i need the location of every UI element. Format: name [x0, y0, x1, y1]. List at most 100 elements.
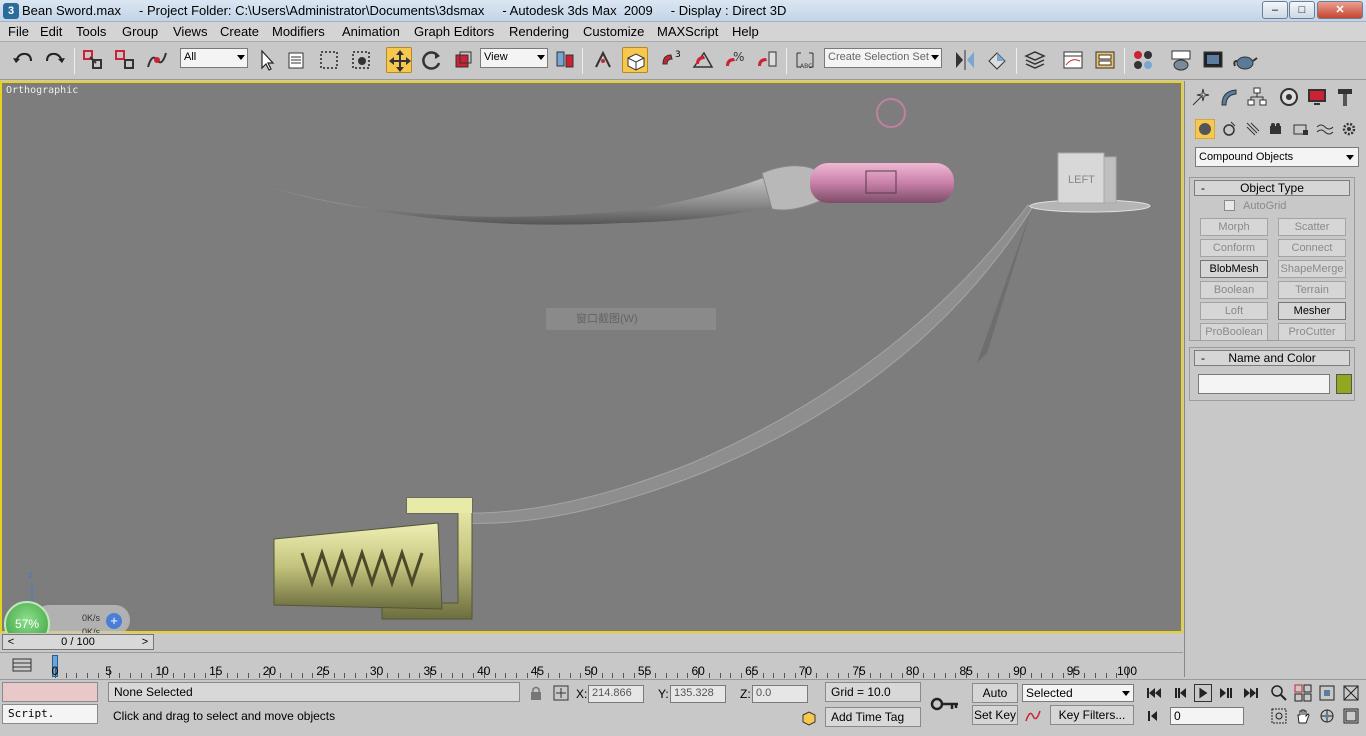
- blobmesh-button[interactable]: BlobMesh: [1200, 260, 1268, 278]
- edit-named-selection-button[interactable]: ABC: [792, 47, 818, 73]
- procutter-button[interactable]: ProCutter: [1278, 323, 1346, 341]
- 3dsmax-app-icon[interactable]: 3: [3, 3, 19, 19]
- quick-render-button[interactable]: [1232, 47, 1258, 73]
- next-frame-button[interactable]: [1218, 684, 1236, 702]
- object-color-swatch[interactable]: [1336, 374, 1352, 394]
- add-time-tag-field[interactable]: Add Time Tag: [825, 707, 921, 727]
- maxscript-mini-listener[interactable]: Script.: [2, 704, 98, 724]
- window-crossing-button[interactable]: [348, 47, 374, 73]
- motion-tab[interactable]: [1277, 85, 1301, 109]
- connect-button[interactable]: Connect: [1278, 239, 1346, 257]
- zoom-button[interactable]: [1270, 684, 1288, 702]
- viewcube-side-face[interactable]: [1103, 156, 1117, 204]
- open-mini-curve-editor-button[interactable]: [12, 657, 32, 673]
- select-by-name-button[interactable]: [284, 47, 310, 73]
- keyboard-shortcut-override-button[interactable]: [622, 47, 648, 73]
- select-and-scale-button[interactable]: [450, 47, 476, 73]
- curve-editor-button[interactable]: [1060, 47, 1086, 73]
- select-and-link-button[interactable]: [80, 47, 106, 73]
- key-mode-dropdown[interactable]: Selected: [1022, 684, 1134, 702]
- object-name-input[interactable]: [1198, 374, 1330, 394]
- time-slider-thumb[interactable]: < 0 / 100 >: [2, 634, 154, 650]
- terrain-button[interactable]: Terrain: [1278, 281, 1346, 299]
- orbit-button[interactable]: [1318, 707, 1336, 725]
- hierarchy-tab[interactable]: [1245, 85, 1269, 109]
- orthographic-viewport[interactable]: Orthographic LEFT z 窗口截图(W) 57% 0K/s 0K/…: [0, 81, 1183, 647]
- angle-snap-toggle-button[interactable]: [690, 47, 716, 73]
- scatter-button[interactable]: Scatter: [1278, 218, 1346, 236]
- layer-manager-button[interactable]: [1022, 47, 1048, 73]
- menu-modifiers[interactable]: Modifiers: [272, 24, 325, 39]
- conform-button[interactable]: Conform: [1200, 239, 1268, 257]
- z-coordinate-input[interactable]: 0.0: [752, 685, 808, 703]
- blade-mesh[interactable]: [254, 171, 794, 225]
- menu-maxscript[interactable]: MAXScript: [657, 24, 718, 39]
- shapes-category-button[interactable]: [1219, 119, 1239, 139]
- select-and-manipulate-button[interactable]: [590, 47, 616, 73]
- create-tab[interactable]: [1189, 85, 1213, 109]
- autogrid-checkbox[interactable]: AutoGrid: [1224, 200, 1286, 212]
- zoom-extents-all-button[interactable]: [1342, 684, 1360, 702]
- mirror-button[interactable]: [952, 47, 978, 73]
- select-and-move-button[interactable]: [386, 47, 412, 73]
- key-mode-toggle[interactable]: [1145, 707, 1163, 725]
- unlink-selection-button[interactable]: [112, 47, 138, 73]
- proboolean-button[interactable]: ProBoolean: [1200, 323, 1268, 341]
- name-and-color-rollout-header[interactable]: - Name and Color: [1194, 350, 1350, 366]
- x-coordinate-input[interactable]: 214.866: [588, 685, 644, 703]
- percent-snap-toggle-button[interactable]: %: [722, 47, 748, 73]
- utilities-tab[interactable]: [1333, 85, 1357, 109]
- schematic-view-button[interactable]: [1092, 47, 1118, 73]
- network-speed-widget[interactable]: 57% 0K/s 0K/s +: [4, 601, 130, 647]
- geometry-category-button[interactable]: [1194, 118, 1216, 140]
- auto-key-button[interactable]: Auto Key: [972, 683, 1018, 718]
- minimize-button[interactable]: –: [1262, 1, 1288, 19]
- viewport-scene[interactable]: LEFT z: [2, 83, 1181, 631]
- bind-to-space-warp-button[interactable]: [144, 47, 170, 73]
- object-category-dropdown[interactable]: Compound Objects: [1195, 147, 1359, 167]
- menu-animation[interactable]: Animation: [342, 24, 400, 39]
- morph-button[interactable]: Morph: [1200, 218, 1268, 236]
- display-tab[interactable]: [1305, 85, 1329, 109]
- redo-button[interactable]: [42, 47, 68, 73]
- maximize-button[interactable]: □: [1289, 1, 1315, 19]
- go-to-end-button[interactable]: [1242, 684, 1260, 702]
- select-object-button[interactable]: [254, 47, 280, 73]
- render-setup-button[interactable]: [1168, 47, 1194, 73]
- menu-views[interactable]: Views: [173, 24, 207, 39]
- material-editor-button[interactable]: [1130, 47, 1156, 73]
- named-selection-set-dropdown[interactable]: Create Selection Set: [824, 48, 942, 68]
- track-bar[interactable]: 0 5 10 15 20 25 30 35 40 45 50 55 60 65 70 75 80 85 90 95 10…: [0, 652, 1183, 678]
- reference-coordinate-dropdown[interactable]: View: [480, 48, 548, 68]
- align-button[interactable]: [984, 47, 1010, 73]
- zoom-all-button[interactable]: [1294, 684, 1312, 702]
- lock-selection-button[interactable]: [527, 684, 545, 702]
- viewcube-face-label[interactable]: LEFT: [1068, 174, 1095, 186]
- y-coordinate-input[interactable]: 135.328: [670, 685, 726, 703]
- modify-tab[interactable]: [1217, 85, 1241, 109]
- maximize-viewport-toggle[interactable]: [1342, 707, 1360, 725]
- time-slider-next-button[interactable]: >: [139, 635, 151, 649]
- rectangular-selection-button[interactable]: [316, 47, 342, 73]
- select-and-rotate-button[interactable]: [418, 47, 444, 73]
- time-tag-button[interactable]: [800, 709, 818, 727]
- undo-button[interactable]: [10, 47, 36, 73]
- zoom-region-button[interactable]: [1270, 707, 1288, 725]
- menu-customize[interactable]: Customize: [583, 24, 644, 39]
- menu-create[interactable]: Create: [220, 24, 259, 39]
- absolute-mode-toggle[interactable]: [552, 684, 570, 702]
- previous-frame-button[interactable]: [1170, 684, 1188, 702]
- key-filters-button[interactable]: Key Filters...: [1050, 705, 1134, 725]
- menu-tools[interactable]: Tools: [76, 24, 106, 39]
- space-warps-category-button[interactable]: [1315, 119, 1335, 139]
- systems-category-button[interactable]: [1339, 119, 1359, 139]
- set-keys-button[interactable]: [930, 694, 960, 714]
- menu-group[interactable]: Group: [122, 24, 158, 39]
- cameras-category-button[interactable]: [1267, 119, 1287, 139]
- set-key-button[interactable]: Set Key: [972, 705, 1018, 725]
- close-button[interactable]: ✕: [1317, 1, 1363, 19]
- menu-rendering[interactable]: Rendering: [509, 24, 569, 39]
- menu-graph-editors[interactable]: Graph Editors: [414, 24, 494, 39]
- zoom-extents-button[interactable]: [1318, 684, 1336, 702]
- menu-help[interactable]: Help: [732, 24, 759, 39]
